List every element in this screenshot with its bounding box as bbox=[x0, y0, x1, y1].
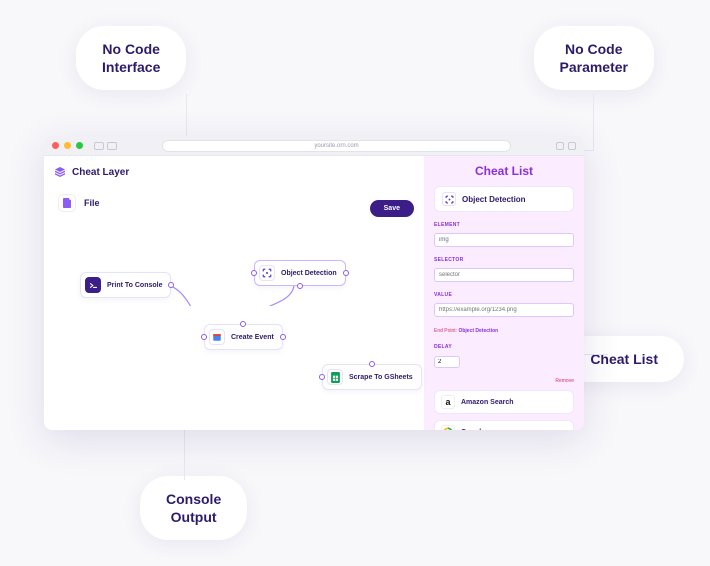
browser-action-icon[interactable] bbox=[556, 142, 564, 150]
param-selector: SELECTOR bbox=[434, 253, 574, 282]
node-label: Object Detection bbox=[281, 270, 337, 277]
browser-action-icon[interactable] bbox=[568, 142, 576, 150]
connector-line bbox=[593, 94, 594, 150]
terminal-icon bbox=[85, 277, 101, 293]
param-value: VALUE bbox=[434, 288, 574, 317]
param-element: ELEMENT bbox=[434, 218, 574, 247]
cheat-item-amazon-search[interactable]: a Amazon Search bbox=[434, 390, 574, 414]
window-minimize-dot[interactable] bbox=[64, 142, 71, 149]
remove-link[interactable]: Remove bbox=[434, 378, 574, 384]
node-create-event[interactable]: Create Event bbox=[204, 324, 283, 350]
calendar-icon bbox=[209, 329, 225, 345]
node-input-port[interactable] bbox=[201, 334, 207, 340]
endpoint-row: End Point: Object Detection bbox=[434, 328, 574, 334]
delay-input[interactable] bbox=[434, 356, 460, 368]
node-output-port[interactable] bbox=[280, 334, 286, 340]
field-label: ELEMENT bbox=[434, 222, 574, 228]
window-close-dot[interactable] bbox=[52, 142, 59, 149]
browser-titlebar: yoursite.orn.com bbox=[44, 136, 584, 156]
layers-icon bbox=[54, 166, 66, 178]
selected-node-name: Object Detection bbox=[462, 195, 526, 204]
cheat-item-google[interactable]: Google bbox=[434, 420, 574, 430]
callout-no-code-parameter: No CodeParameter bbox=[534, 26, 655, 90]
selector-input[interactable] bbox=[434, 268, 574, 282]
cheat-item-label: Amazon Search bbox=[461, 399, 514, 406]
save-button[interactable]: Save bbox=[370, 200, 414, 217]
element-input[interactable] bbox=[434, 233, 574, 247]
panel-selected-node: Object Detection bbox=[434, 186, 574, 212]
node-input-port[interactable] bbox=[319, 374, 325, 380]
node-label: Scrape To GSheets bbox=[349, 374, 413, 381]
app-brand-label: Cheat Layer bbox=[72, 167, 129, 178]
nav-forward-icon[interactable] bbox=[107, 142, 117, 150]
file-label: File bbox=[84, 198, 100, 208]
node-input-port[interactable] bbox=[240, 321, 246, 327]
browser-right-icons bbox=[556, 142, 576, 150]
browser-urlbar[interactable]: yoursite.orn.com bbox=[162, 140, 511, 152]
node-scrape-to-gsheets[interactable]: Scrape To GSheets bbox=[322, 364, 422, 390]
node-print-to-console[interactable]: Print To Console bbox=[80, 272, 171, 298]
browser-window: yoursite.orn.com Cheat Layer File Save bbox=[44, 136, 584, 430]
window-maximize-dot[interactable] bbox=[76, 142, 83, 149]
app-brand: Cheat Layer bbox=[54, 166, 414, 178]
node-object-detection[interactable]: Object Detection bbox=[254, 260, 346, 286]
connector-line bbox=[184, 430, 185, 480]
callout-console-output: ConsoleOutput bbox=[140, 476, 247, 540]
endpoint-label: End Point: bbox=[434, 328, 457, 334]
workflow-canvas[interactable]: Cheat Layer File Save Print To Console bbox=[44, 156, 424, 430]
file-icon bbox=[58, 194, 76, 212]
node-label: Create Event bbox=[231, 334, 274, 341]
detection-icon bbox=[442, 192, 456, 206]
value-input[interactable] bbox=[434, 303, 574, 317]
node-output-port[interactable] bbox=[343, 270, 349, 276]
connector-line bbox=[186, 94, 187, 136]
nav-back-icon[interactable] bbox=[94, 142, 104, 150]
browser-nav-buttons bbox=[94, 142, 117, 150]
google-icon bbox=[441, 425, 455, 430]
node-input-port[interactable] bbox=[251, 270, 257, 276]
node-output-port[interactable] bbox=[168, 282, 174, 288]
cheat-item-label: Google bbox=[461, 429, 485, 431]
param-delay: DELAY bbox=[434, 340, 574, 368]
cheat-list-panel: Cheat List Object Detection ELEMENT SELE… bbox=[424, 156, 584, 430]
url-text: yoursite.orn.com bbox=[314, 143, 358, 149]
endpoint-value: Object Detection bbox=[458, 328, 498, 334]
callout-no-code-interface: No CodeInterface bbox=[76, 26, 186, 90]
node-output-port[interactable] bbox=[297, 283, 303, 289]
node-label: Print To Console bbox=[107, 282, 162, 289]
field-label: SELECTOR bbox=[434, 257, 574, 263]
connector-line bbox=[584, 354, 608, 355]
node-input-port[interactable] bbox=[369, 361, 375, 367]
field-label: VALUE bbox=[434, 292, 574, 298]
panel-title: Cheat List bbox=[434, 164, 574, 178]
field-label: DELAY bbox=[434, 344, 574, 350]
detection-icon bbox=[259, 265, 275, 281]
amazon-icon: a bbox=[441, 395, 455, 409]
file-menu[interactable]: File bbox=[58, 194, 414, 212]
sheets-icon bbox=[327, 369, 343, 385]
